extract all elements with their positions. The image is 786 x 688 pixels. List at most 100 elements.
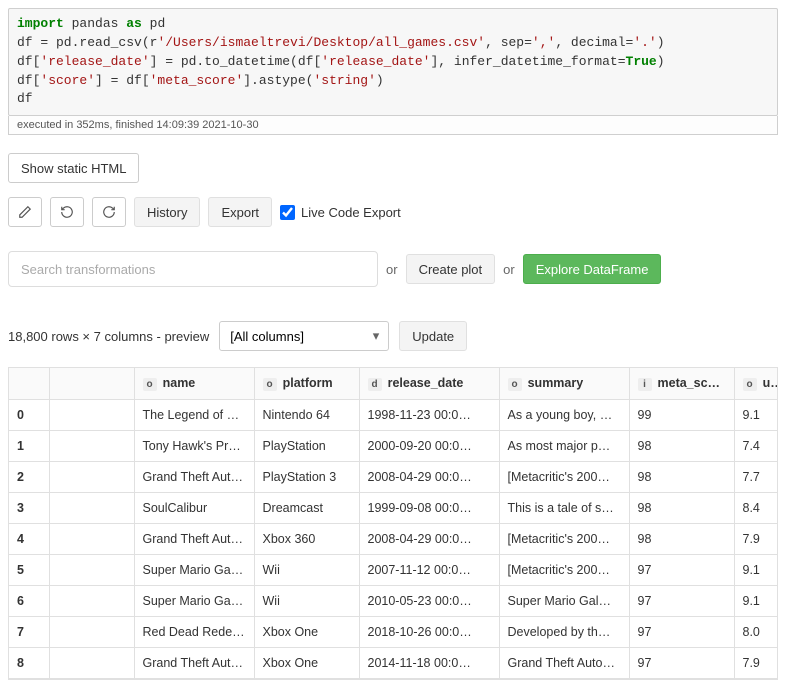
live-code-export-label: Live Code Export	[301, 205, 401, 220]
cell-name: Grand Theft Auto…	[134, 524, 254, 555]
cell-release-date: 2008-04-29 00:0…	[359, 462, 499, 493]
update-button[interactable]: Update	[399, 321, 467, 351]
cell-index: 4	[9, 524, 49, 555]
cell-meta-score: 99	[629, 400, 734, 431]
cell-name: SoulCalibur	[134, 493, 254, 524]
live-code-export-checkbox-wrap[interactable]: Live Code Export	[280, 205, 401, 220]
table-row[interactable]: 4 Grand Theft Auto…Xbox 3602008-04-29 00:…	[9, 524, 778, 555]
table-row[interactable]: 1Tony Hawk's Pro…PlayStation2000-09-20 0…	[9, 431, 778, 462]
cell-summary: [Metacritic's 200…	[499, 555, 629, 586]
header-user[interactable]: ouser	[734, 368, 778, 400]
cell-release-date: 2010-05-23 00:0…	[359, 586, 499, 617]
dataframe-table-wrap: oname oplatform drelease_date osummary i…	[8, 367, 778, 680]
cell-name: Grand Theft Auto…	[134, 462, 254, 493]
cell-blank	[49, 586, 134, 617]
show-static-html-button[interactable]: Show static HTML	[8, 153, 139, 183]
cell-summary: Super Mario Gal…	[499, 586, 629, 617]
undo-icon	[60, 205, 74, 219]
table-row[interactable]: 3SoulCaliburDreamcast1999-09-08 00:0…Thi…	[9, 493, 778, 524]
pencil-icon	[18, 205, 32, 219]
columns-select[interactable]: [All columns]	[219, 321, 389, 351]
header-summary[interactable]: osummary	[499, 368, 629, 400]
cell-release-date: 1998-11-23 00:0…	[359, 400, 499, 431]
table-row[interactable]: 2Grand Theft Auto…PlayStation 32008-04-2…	[9, 462, 778, 493]
edit-button[interactable]	[8, 197, 42, 227]
cell-index: 6	[9, 586, 49, 617]
cell-user: 9.1	[734, 586, 778, 617]
execution-info: executed in 352ms, finished 14:09:39 202…	[8, 116, 778, 135]
table-row[interactable]: 0The Legend of Z…Nintendo 641998-11-23 0…	[9, 400, 778, 431]
cell-meta-score: 98	[629, 431, 734, 462]
cell-summary: [Metacritic's 200…	[499, 462, 629, 493]
cell-meta-score: 97	[629, 555, 734, 586]
cell-index: 8	[9, 648, 49, 679]
cell-summary: Developed by th…	[499, 617, 629, 648]
cell-release-date: 1999-09-08 00:0…	[359, 493, 499, 524]
create-plot-button[interactable]: Create plot	[406, 254, 496, 284]
cell-summary: As a young boy, …	[499, 400, 629, 431]
cell-platform: Wii	[254, 586, 359, 617]
cell-name: Grand Theft Auto V	[134, 648, 254, 679]
cell-summary: Grand Theft Auto…	[499, 648, 629, 679]
cell-meta-score: 98	[629, 462, 734, 493]
cell-user: 7.4	[734, 431, 778, 462]
cell-meta-score: 97	[629, 617, 734, 648]
cell-release-date: 2014-11-18 00:0…	[359, 648, 499, 679]
cell-blank	[49, 493, 134, 524]
table-header-row: oname oplatform drelease_date osummary i…	[9, 368, 778, 400]
cell-release-date: 2018-10-26 00:0…	[359, 617, 499, 648]
table-row[interactable]: 8 Grand Theft Auto VXbox One2014-11-18 00…	[9, 648, 778, 679]
history-button[interactable]: History	[134, 197, 200, 227]
cell-meta-score: 97	[629, 648, 734, 679]
cell-release-date: 2008-04-29 00:0…	[359, 524, 499, 555]
header-platform[interactable]: oplatform	[254, 368, 359, 400]
cell-user: 7.9	[734, 524, 778, 555]
cell-index: 0	[9, 400, 49, 431]
header-index-blank[interactable]	[9, 368, 49, 400]
header-index-blank2[interactable]	[49, 368, 134, 400]
table-row[interactable]: 6Super Mario Gal…Wii2010-05-23 00:0…Supe…	[9, 586, 778, 617]
search-input[interactable]	[8, 251, 378, 287]
cell-release-date: 2007-11-12 00:0…	[359, 555, 499, 586]
undo-button[interactable]	[50, 197, 84, 227]
export-button[interactable]: Export	[208, 197, 272, 227]
cell-user: 9.1	[734, 555, 778, 586]
cell-blank	[49, 400, 134, 431]
cell-index: 3	[9, 493, 49, 524]
cell-name: Red Dead Rede…	[134, 617, 254, 648]
or-text-2: or	[503, 262, 515, 277]
cell-name: Super Mario Gal…	[134, 586, 254, 617]
cell-index: 2	[9, 462, 49, 493]
cell-blank	[49, 524, 134, 555]
cell-index: 5	[9, 555, 49, 586]
cell-name: Super Mario Gal…	[134, 555, 254, 586]
preview-label: 18,800 rows × 7 columns - preview	[8, 329, 209, 344]
cell-user: 8.4	[734, 493, 778, 524]
table-row[interactable]: 5Super Mario Gal…Wii2007-11-12 00:0…[Met…	[9, 555, 778, 586]
cell-user: 7.7	[734, 462, 778, 493]
header-meta-score[interactable]: imeta_score	[629, 368, 734, 400]
live-code-export-checkbox[interactable]	[280, 205, 295, 220]
header-name[interactable]: oname	[134, 368, 254, 400]
header-release-date[interactable]: drelease_date	[359, 368, 499, 400]
cell-release-date: 2000-09-20 00:0…	[359, 431, 499, 462]
cell-platform: Xbox One	[254, 617, 359, 648]
cell-blank	[49, 462, 134, 493]
cell-user: 9.1	[734, 400, 778, 431]
table-row[interactable]: 7Red Dead Rede…Xbox One2018-10-26 00:0…D…	[9, 617, 778, 648]
cell-user: 7.9	[734, 648, 778, 679]
redo-button[interactable]	[92, 197, 126, 227]
cell-blank	[49, 617, 134, 648]
dataframe-table: oname oplatform drelease_date osummary i…	[9, 368, 778, 679]
or-text-1: or	[386, 262, 398, 277]
cell-blank	[49, 431, 134, 462]
redo-icon	[102, 205, 116, 219]
cell-user: 8.0	[734, 617, 778, 648]
cell-platform: Xbox One	[254, 648, 359, 679]
cell-meta-score: 98	[629, 493, 734, 524]
cell-blank	[49, 648, 134, 679]
explore-dataframe-button[interactable]: Explore DataFrame	[523, 254, 662, 284]
cell-platform: Xbox 360	[254, 524, 359, 555]
cell-blank	[49, 555, 134, 586]
code-cell[interactable]: import pandas as pd df = pd.read_csv(r'/…	[8, 8, 778, 116]
